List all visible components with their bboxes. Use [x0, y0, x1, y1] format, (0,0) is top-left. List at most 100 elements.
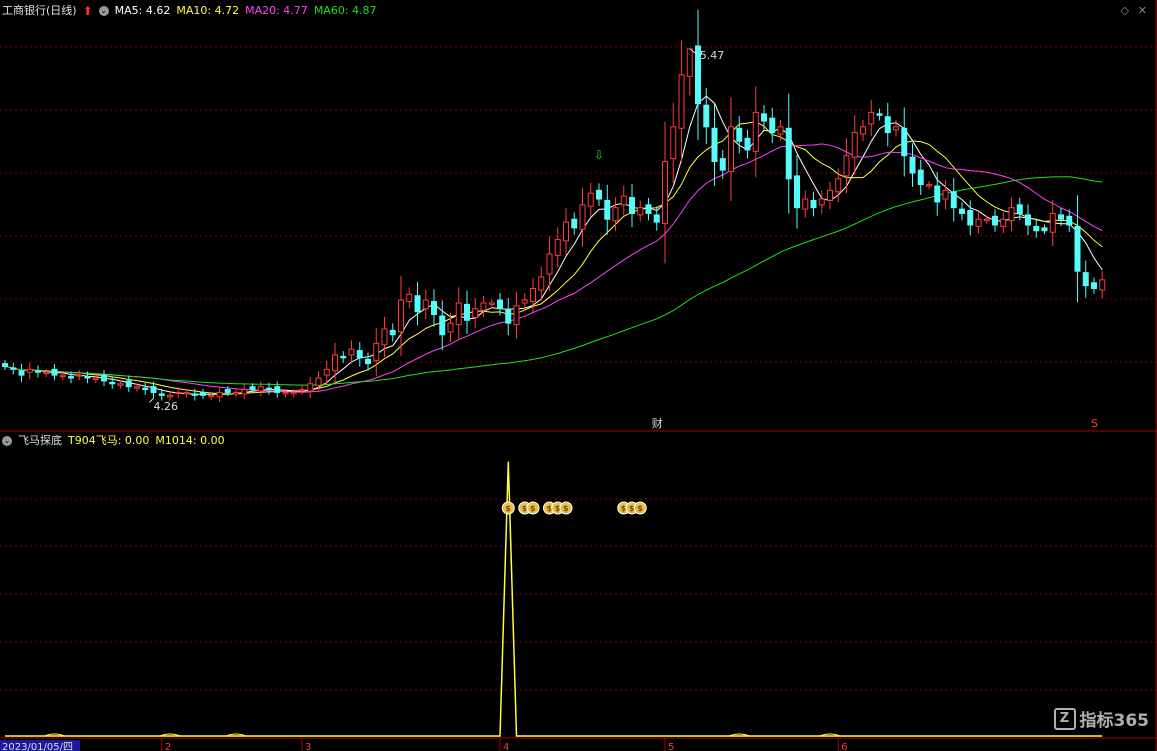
- candle-body: [736, 127, 743, 142]
- candle-body: [109, 381, 116, 385]
- candle-body: [835, 178, 842, 193]
- ma5-value: MA5: 4.62: [114, 4, 171, 17]
- candle-body: [35, 370, 41, 373]
- candle-body: [596, 189, 602, 200]
- month-label: 2: [165, 742, 171, 751]
- money-bag-glyph: $: [637, 504, 643, 513]
- candle-body: [909, 156, 916, 174]
- candle-body: [1025, 214, 1031, 226]
- candle-body: [175, 391, 182, 394]
- candle-body: [505, 309, 512, 324]
- price-markers: 5.47 4.26 ⇩ 财 S: [149, 48, 1098, 430]
- candle-body: [843, 155, 850, 177]
- candle-body: [183, 391, 190, 395]
- candle-body: [18, 370, 25, 376]
- candle-body: [744, 137, 751, 151]
- candle-body: [414, 295, 421, 313]
- candle-body: [497, 299, 503, 310]
- candle-body: [546, 253, 553, 275]
- candle-body: [604, 199, 611, 220]
- candle-body: [191, 393, 198, 396]
- candle-body: [612, 207, 619, 222]
- candle-body: [167, 394, 173, 398]
- circle-toggle-icon[interactable]: ⌄: [98, 6, 109, 16]
- low-label: 4.26: [154, 400, 179, 413]
- down-arrow-icon: ⇩: [594, 148, 604, 162]
- candle-body: [68, 376, 74, 379]
- candle-body: [934, 185, 941, 203]
- candle-body: [1058, 214, 1064, 220]
- candle-body: [241, 389, 248, 395]
- candle-body: [340, 355, 347, 359]
- moving-average-lines: [4, 95, 1103, 395]
- candle-body: [554, 238, 561, 256]
- t904-line: [5, 461, 1103, 737]
- candle-body: [51, 368, 58, 376]
- candle-body: [315, 377, 322, 386]
- candle-body: [1041, 227, 1048, 232]
- candle-body: [332, 354, 338, 372]
- circle-toggle-icon[interactable]: ⌄: [2, 436, 12, 446]
- candle-body: [926, 184, 932, 187]
- candle-body: [150, 386, 157, 393]
- candle-body: [455, 302, 462, 326]
- candle-body: [637, 207, 644, 216]
- candle-body: [257, 386, 264, 392]
- candle-body: [785, 127, 792, 180]
- candle-body: [233, 391, 239, 395]
- candle-body: [587, 192, 594, 207]
- candle-body: [917, 169, 924, 186]
- candle-body: [645, 204, 652, 214]
- candle-body: [686, 48, 693, 77]
- candle-body: [134, 386, 140, 389]
- diamond-icon[interactable]: ◇: [1121, 4, 1129, 17]
- month-label: 4: [503, 742, 509, 751]
- indicator-name[interactable]: 飞马探底: [18, 432, 62, 450]
- candle-body: [249, 386, 256, 391]
- candle-body: [827, 189, 833, 201]
- candle-body: [653, 214, 660, 223]
- candle-body: [373, 342, 380, 362]
- watermark-logo: Z: [1053, 707, 1076, 730]
- candle-body: [530, 288, 536, 303]
- candle-body: [348, 348, 355, 356]
- kline-chart-canvas[interactable]: $ $ $ $ $ $ $ $ $ 2023/01/05/四 2 3 4 5 6 5.474.26⇩财 S: [0, 0, 1157, 751]
- candle-body: [398, 299, 404, 333]
- candle-body: [579, 204, 586, 230]
- chart-grid: [0, 0, 1157, 751]
- month-label: 3: [305, 742, 311, 751]
- up-arrow-icon: ⬆: [82, 4, 93, 18]
- candle-body: [1066, 215, 1073, 226]
- candle-body: [1000, 218, 1007, 227]
- candle-body: [884, 116, 891, 134]
- indicator-panel: $ $ $ $ $ $ $ $ $: [5, 461, 1103, 737]
- candle-body: [761, 113, 767, 122]
- candle-body: [538, 276, 545, 291]
- money-bag-glyph: $: [563, 504, 569, 513]
- candle-body: [1008, 207, 1015, 222]
- candle-body: [678, 74, 685, 129]
- candle-body: [802, 198, 809, 210]
- candle-body: [728, 126, 734, 173]
- candle-body: [992, 215, 998, 226]
- candle-body: [266, 387, 272, 391]
- candle-body: [158, 393, 165, 396]
- candle-body: [282, 391, 289, 395]
- indicator-header: ⌄ 飞马探底 T904飞马: 0.00 M1014: 0.00: [2, 432, 225, 450]
- candle-body: [860, 126, 866, 135]
- t904-value: T904飞马: 0.00: [68, 434, 150, 447]
- candle-body: [521, 299, 528, 304]
- candle-body: [472, 308, 479, 318]
- candle-body: [208, 394, 215, 398]
- candle-body: [752, 111, 759, 152]
- candle-body: [224, 389, 231, 393]
- candle-body: [901, 127, 908, 157]
- candle-body: [488, 302, 495, 305]
- candle-body: [2, 363, 8, 367]
- candle-body: [439, 315, 446, 336]
- candle-body: [769, 117, 776, 134]
- candle-body: [670, 126, 677, 160]
- money-bag-glyph: $: [505, 504, 511, 513]
- close-icon[interactable]: ✕: [1138, 4, 1147, 17]
- stock-name[interactable]: 工商银行(日线): [2, 2, 77, 20]
